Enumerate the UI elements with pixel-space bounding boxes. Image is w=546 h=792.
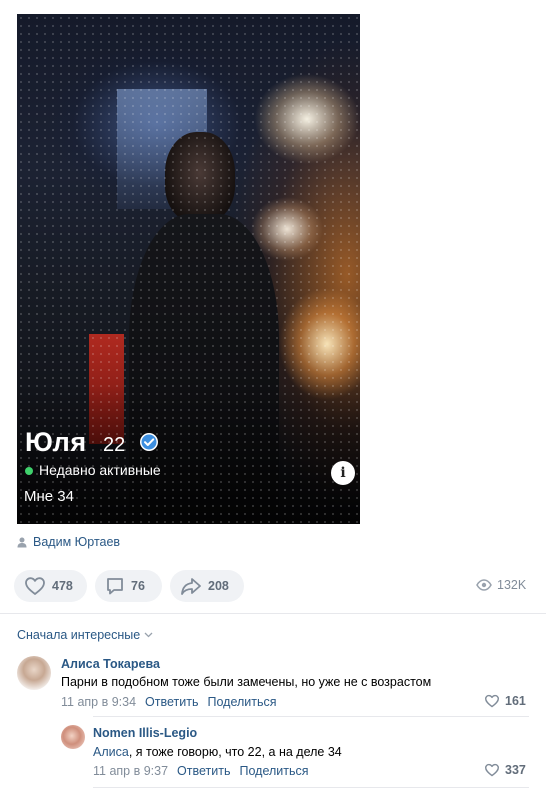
user-icon	[17, 537, 27, 547]
reply-link[interactable]: Ответить	[177, 764, 230, 778]
comment-divider	[93, 787, 529, 788]
comment-author[interactable]: Алиса Токарева	[61, 657, 160, 671]
verified-icon	[140, 433, 158, 451]
author-name[interactable]: Вадим Юртаев	[33, 535, 120, 549]
active-status-text: Недавно активные	[39, 462, 161, 478]
avatar[interactable]	[17, 656, 51, 690]
views-counter: 132K	[476, 578, 526, 592]
share-count: 208	[208, 579, 229, 593]
heart-icon	[485, 763, 499, 777]
post-photo[interactable]: Юля 22 Недавно активные Мне 34 i	[17, 14, 360, 524]
sort-label: Сначала интересные	[17, 628, 141, 642]
heart-icon	[485, 694, 499, 708]
post-author[interactable]: Вадим Юртаев	[17, 535, 120, 549]
share-link[interactable]: Поделиться	[239, 764, 308, 778]
comment-meta: 11 апр в 9:34 Ответить Поделиться	[61, 695, 277, 709]
profile-age: 22	[103, 434, 126, 456]
profile-bio: Мне 34	[24, 488, 74, 505]
reply-text: , я тоже говорю, что 22, а на деле 34	[128, 745, 342, 759]
reply-link[interactable]: Ответить	[145, 695, 198, 709]
views-count: 132K	[497, 578, 527, 592]
eye-icon	[476, 579, 492, 591]
comment-like-button[interactable]: 337	[484, 763, 526, 777]
comment-button[interactable]: 76	[95, 570, 162, 602]
comment-count: 76	[131, 579, 145, 593]
share-icon	[181, 578, 201, 595]
info-icon: i	[331, 461, 355, 485]
comment-author[interactable]: Nomen Illis-Legio	[93, 726, 197, 740]
share-link[interactable]: Поделиться	[207, 695, 276, 709]
active-status-dot	[25, 467, 33, 475]
comment-like-button[interactable]: 161	[484, 694, 526, 708]
info-glyph: i	[340, 465, 346, 481]
avatar[interactable]	[61, 725, 85, 749]
comment-date[interactable]: 11 апр в 9:34	[61, 695, 136, 709]
heart-icon	[25, 577, 45, 595]
like-count: 478	[52, 579, 73, 593]
comment-text: Парни в подобном тоже были замечены, но …	[61, 675, 432, 689]
comment-date[interactable]: 11 апр в 9:37	[93, 764, 168, 778]
comment-meta: 11 апр в 9:37 Ответить Поделиться	[93, 764, 309, 778]
chevron-down-icon	[144, 632, 153, 638]
comment-icon	[107, 578, 123, 595]
section-divider	[0, 613, 546, 614]
comments-sort-dropdown[interactable]: Сначала интересные	[17, 628, 153, 642]
profile-name: Юля	[25, 427, 87, 457]
share-button[interactable]: 208	[170, 570, 244, 602]
comment-text: Алиса, я тоже говорю, что 22, а на деле …	[93, 745, 342, 759]
comment-divider	[93, 716, 529, 717]
like-button[interactable]: 478	[14, 570, 87, 602]
comment-like-count: 161	[505, 694, 526, 708]
reply-addressee[interactable]: Алиса	[93, 745, 129, 759]
comment-like-count: 337	[505, 763, 526, 777]
